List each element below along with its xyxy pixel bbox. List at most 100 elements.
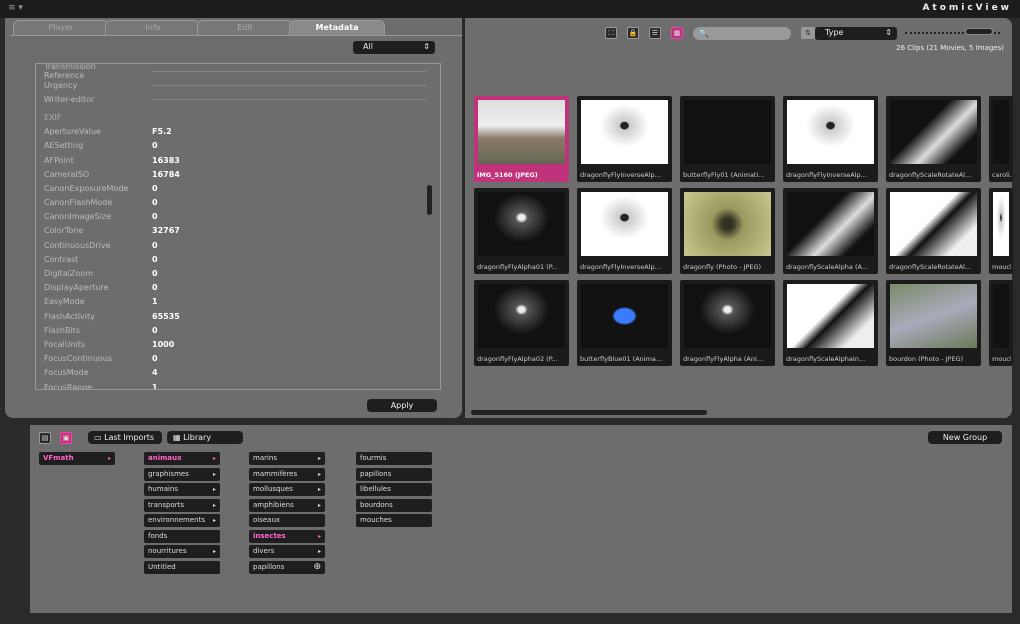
apply-button[interactable]: Apply [367, 399, 437, 412]
thumbnail-image [478, 192, 565, 256]
clip-thumbnail[interactable]: bourdon (Photo - JPEG) [886, 280, 981, 366]
tab-info[interactable]: Info [105, 20, 201, 35]
metadata-value-field[interactable] [152, 98, 426, 100]
chevron-right-icon: ▸ [317, 455, 321, 462]
clip-label: dragonflyFlyInverseAlp... [786, 171, 867, 179]
collection-item[interactable]: fourmis [356, 452, 432, 465]
metadata-filter-select[interactable]: All ⇕ [353, 41, 435, 54]
clip-thumbnail[interactable]: IMG_5160 (JPEG) [474, 96, 569, 182]
collection-item[interactable]: divers ▸ [249, 545, 325, 558]
collection-item[interactable]: papillons [356, 467, 432, 481]
tree-icon[interactable]: ▣ [60, 432, 72, 444]
chevron-right-icon: ▸ [212, 470, 216, 478]
collection-item[interactable]: Untitled [144, 560, 220, 574]
thumbnail-image [787, 284, 874, 348]
clip-thumbnail[interactable]: mouch... [989, 188, 1013, 274]
lock-icon[interactable]: 🔒 [627, 27, 639, 39]
clip-label: mouch... [992, 355, 1011, 363]
thumbnail-image [478, 100, 565, 164]
metadata-list[interactable]: Transmission Reference Urgency Writer-edit… [35, 63, 441, 390]
metadata-value-field[interactable] [152, 84, 426, 86]
new-group-button[interactable]: New Group [928, 431, 1002, 444]
collection-item[interactable]: mollusques ▸ [249, 483, 325, 496]
last-imports-button[interactable]: ▭ Last Imports [88, 431, 162, 444]
metadata-row: Contrast 0 [36, 252, 440, 266]
clip-thumbnail[interactable]: dragonflyFlyInverseAlp... [783, 96, 878, 182]
add-icon[interactable]: ⊕ [313, 561, 321, 574]
library-button[interactable]: ▦ Library [167, 431, 243, 444]
collection-item[interactable]: transports ▸ [144, 498, 220, 512]
slider-handle[interactable] [965, 28, 993, 35]
collection-item[interactable]: graphismes ▸ [144, 467, 220, 481]
thumbnail-image [684, 284, 771, 348]
collection-label: humains [148, 485, 179, 493]
clip-thumbnail[interactable]: dragonflyFlyAlpha01 (P... [474, 188, 569, 274]
list-view-icon[interactable]: ☰ [649, 27, 661, 39]
clip-browser: ⛶ 🔒 ☰ ▦ 🔍 ⇅ Type ⇕ 26 Clips (21 Movies, 5… [465, 18, 1013, 418]
collection-label: fonds [148, 531, 168, 540]
metadata-key: ColorTone [44, 226, 84, 236]
metadata-key: DigitalZoom [44, 269, 94, 279]
clip-thumbnail[interactable]: dragonflyFlyAlpha02 (P... [474, 280, 569, 366]
clip-thumbnail[interactable]: dragonflyScaleAlphaIn... [783, 280, 878, 366]
tab-edit[interactable]: Edit [197, 20, 293, 35]
collection-item[interactable]: VFmath ▸ [39, 452, 115, 465]
sort-select[interactable]: Type ⇕ [815, 27, 897, 40]
collection-item[interactable]: papillons ⊕ [249, 560, 325, 574]
collection-item[interactable]: oiseaux [249, 514, 325, 527]
collection-item[interactable]: environnements ▸ [144, 514, 220, 527]
collection-item[interactable]: mouches [356, 514, 432, 527]
clip-thumbnail[interactable]: dragonflyFlyAlpha (Ani... [680, 280, 775, 366]
clip-label: dragonflyFlyInverseAlp... [580, 263, 661, 271]
clip-thumbnail[interactable]: dragonfly (Photo - JPEG) [680, 188, 775, 274]
clip-thumbnail[interactable]: dragonflyFlyInverseAlp... [577, 96, 672, 182]
metadata-row: Transmission Reference [36, 64, 440, 80]
collection-item[interactable]: animaux ▸ [144, 452, 220, 465]
thumbnail-image [684, 100, 771, 164]
clip-thumbnail[interactable]: butterflyFly01 (Animati... [680, 96, 775, 182]
metadata-key: Writer-editor [44, 94, 95, 104]
tab-metadata[interactable]: Metadata [289, 20, 385, 35]
metadata-value-field[interactable] [152, 70, 426, 72]
metadata-row: DisplayAperture 0 [36, 281, 440, 295]
clip-label: dragonflyFlyAlpha01 (P... [477, 263, 558, 271]
clip-thumbnail[interactable]: dragonflyScaleAlpha (A... [783, 188, 878, 274]
collection-item[interactable]: insectes ▸ [249, 529, 325, 543]
metadata-value: F5.2 [152, 127, 172, 137]
clip-thumbnail[interactable]: dragonflyFlyInverseAlp... [577, 188, 672, 274]
clip-thumbnail[interactable]: caroli... [989, 96, 1013, 182]
thumbnail-image [993, 100, 1009, 164]
grid-view-icon[interactable]: ▦ [671, 27, 683, 39]
clip-thumbnail[interactable]: dragonflyScaleRotateAl... [886, 188, 981, 274]
menu-icon[interactable]: ≡ ▾ [8, 3, 23, 13]
chevron-right-icon: ▸ [317, 486, 321, 493]
metadata-scrollbar[interactable] [427, 185, 432, 215]
collection-item[interactable]: bourdons [356, 498, 432, 512]
metadata-value: 16383 [152, 155, 180, 165]
collection-item[interactable]: nourritures ▸ [144, 545, 220, 558]
collection-item[interactable]: humains ▸ [144, 483, 220, 496]
clip-thumbnail[interactable]: dragonflyScaleRotateAl... [886, 96, 981, 182]
collection-item[interactable]: amphibiens ▸ [249, 498, 325, 512]
folder-icon: ▭ [94, 433, 105, 442]
browser-scrollbar[interactable] [471, 410, 707, 415]
metadata-row: DigitalZoom 0 [36, 266, 440, 280]
metadata-value: 0 [152, 212, 158, 222]
collection-item[interactable]: fonds [144, 529, 220, 543]
app-logo: AtomicView [922, 3, 1012, 13]
collection-label: marins [253, 454, 278, 462]
thumbnail-image [890, 284, 977, 348]
collection-item[interactable]: marins ▸ [249, 452, 325, 465]
clip-thumbnail[interactable]: mouch... [989, 280, 1013, 366]
search-input[interactable]: 🔍 [693, 27, 791, 40]
metadata-key: FocusMode [44, 368, 89, 378]
clip-thumbnail[interactable]: butterflyBlue01 (Anima... [577, 280, 672, 366]
collection-item[interactable]: mammifères ▸ [249, 467, 325, 481]
collection-label: mammifères [253, 469, 298, 478]
fullscreen-icon[interactable]: ⛶ [605, 27, 617, 39]
tab-player[interactable]: Player [13, 20, 109, 35]
list-icon[interactable]: ▤ [39, 432, 51, 444]
collection-item[interactable]: libellules [356, 483, 432, 496]
sort-icon[interactable]: ⇅ [801, 27, 815, 39]
clip-label: caroli... [992, 171, 1011, 179]
